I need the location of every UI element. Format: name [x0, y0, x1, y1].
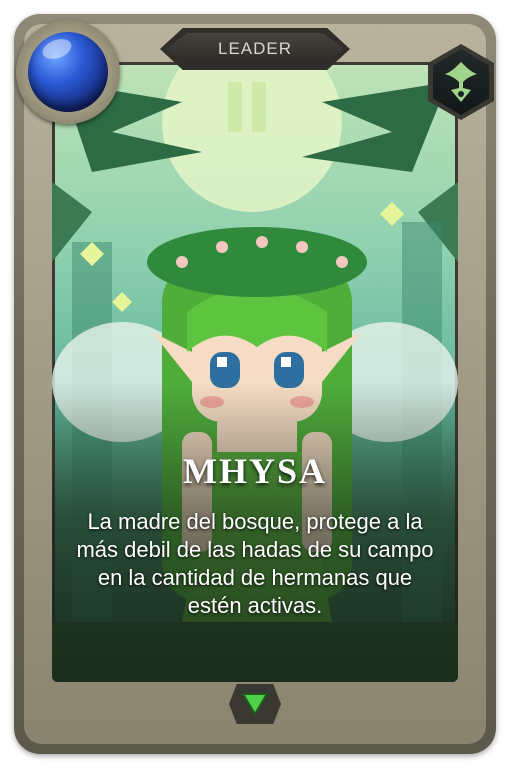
mana-orb-icon: [16, 20, 120, 124]
card-name: MHYSA: [183, 451, 327, 491]
mana-gem: [28, 32, 108, 112]
expand-button[interactable]: [229, 684, 281, 724]
card-type-plate: LEADER: [160, 28, 350, 70]
triangle-down-icon: [241, 693, 269, 716]
mana-gem-shine: [39, 35, 75, 63]
card-type-label: LEADER: [217, 39, 293, 58]
card-description: La madre del bosque, protege a la más de…: [76, 509, 434, 618]
forest-faction-icon: [445, 62, 477, 102]
